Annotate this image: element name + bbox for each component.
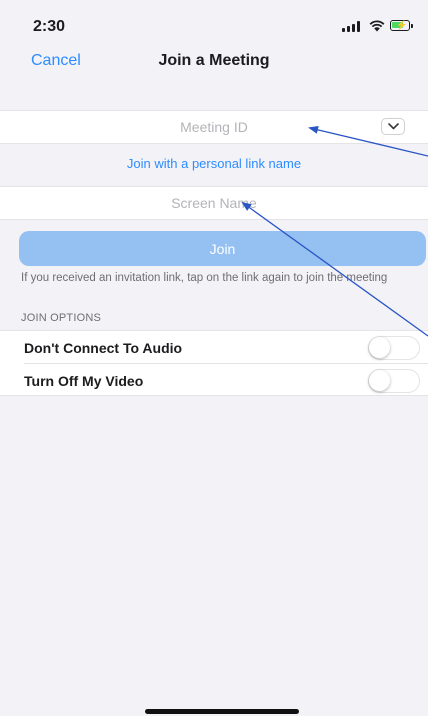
toggle-knob [369,337,390,358]
nav-bar: Join a Meeting Cancel [0,44,428,78]
status-time: 2:30 [33,18,66,35]
meeting-history-dropdown-button[interactable] [381,118,405,135]
signal-icon [342,21,362,32]
turn-off-video-toggle[interactable] [368,369,420,393]
option-turn-off-video: Turn Off My Video [0,364,428,396]
home-indicator [145,709,299,714]
invitation-hint-text: If you received an invitation link, tap … [21,272,388,284]
join-button[interactable]: Join [19,231,426,266]
option-label: Turn Off My Video [24,373,144,389]
join-options-header: JOIN OPTIONS [21,312,102,324]
meeting-id-input[interactable] [0,111,428,143]
join-meeting-screen: 2:30 ⚡ Join a Meeting Cancel Join wi [0,0,428,716]
dont-connect-audio-toggle[interactable] [368,336,420,360]
status-bar: 2:30 ⚡ [0,0,428,40]
meeting-id-row [0,110,428,144]
chevron-down-icon [388,123,399,130]
toggle-knob [369,370,390,391]
option-dont-connect-audio: Don't Connect To Audio [0,331,428,363]
screen-name-row [0,186,428,220]
battery-charging-icon: ⚡ [390,20,413,31]
join-options-list: Don't Connect To Audio Turn Off My Video [0,330,428,396]
wifi-icon [369,20,385,32]
option-label: Don't Connect To Audio [24,340,183,356]
join-with-personal-link-button[interactable]: Join with a personal link name [0,156,428,171]
cancel-button[interactable]: Cancel [31,52,81,70]
screen-name-input[interactable] [0,187,428,219]
